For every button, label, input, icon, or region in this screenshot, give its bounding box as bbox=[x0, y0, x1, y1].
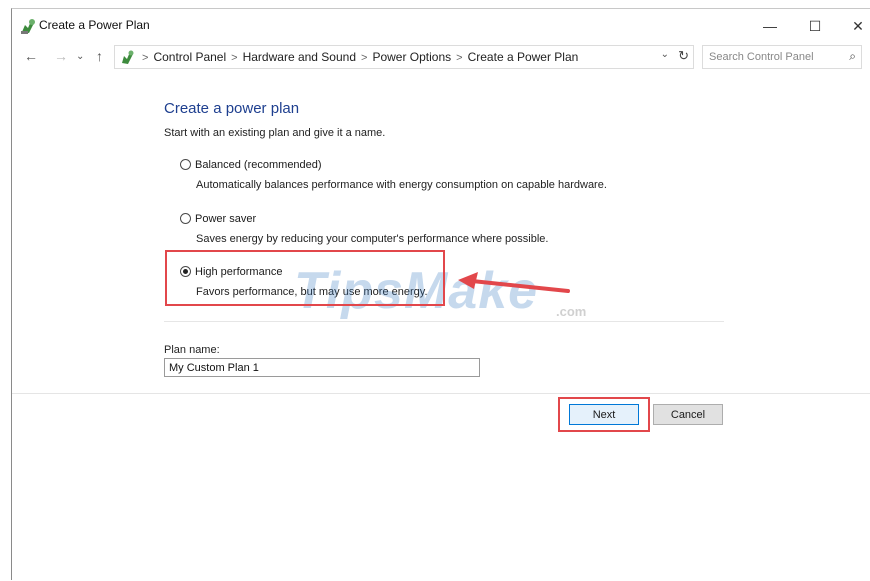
plan-name-label: Plan name: bbox=[164, 344, 220, 356]
control-panel-icon bbox=[119, 49, 135, 70]
section-divider bbox=[164, 321, 724, 322]
maximize-button[interactable]: ☐ bbox=[793, 13, 837, 39]
window: Create a Power Plan — ☐ ✕ ← → ⌄ ↑ > Contr… bbox=[11, 8, 870, 580]
breadcrumb-separator: > bbox=[361, 52, 368, 64]
refresh-icon[interactable]: ↻ bbox=[678, 48, 689, 64]
radio-balanced[interactable] bbox=[180, 159, 191, 171]
close-button[interactable]: ✕ bbox=[836, 13, 870, 39]
forward-arrow-icon[interactable]: → bbox=[54, 48, 68, 64]
breadcrumb-hardware-and-sound[interactable]: Hardware and Sound bbox=[243, 50, 356, 64]
breadcrumb-power-options[interactable]: Power Options bbox=[372, 50, 451, 64]
page-subtext: Start with an existing plan and give it … bbox=[164, 127, 386, 139]
back-arrow-icon[interactable]: ← bbox=[24, 48, 38, 64]
minimize-button[interactable]: — bbox=[748, 13, 792, 39]
option-power-saver-description: Saves energy by reducing your computer's… bbox=[196, 233, 549, 245]
power-options-icon bbox=[19, 17, 37, 35]
address-dropdown-chevron-icon[interactable]: ⌄ bbox=[661, 49, 669, 60]
breadcrumb: > Control Panel > Hardware and Sound > Power … bbox=[137, 50, 578, 64]
breadcrumb-control-panel[interactable]: Control Panel bbox=[153, 50, 226, 64]
breadcrumb-separator: > bbox=[142, 52, 149, 64]
option-balanced-description: Automatically balances performance with … bbox=[196, 179, 607, 191]
window-title: Create a Power Plan bbox=[39, 18, 150, 32]
next-button[interactable]: Next bbox=[569, 404, 639, 425]
breadcrumb-separator: > bbox=[231, 52, 238, 64]
page-title: Create a power plan bbox=[164, 100, 300, 117]
recent-chevron-down-icon[interactable]: ⌄ bbox=[76, 51, 84, 62]
high-performance-highlight-box bbox=[165, 250, 445, 306]
option-power-saver[interactable]: Power saver Saves energy by reducing you… bbox=[180, 210, 548, 245]
search-icon[interactable]: ⌕ bbox=[849, 49, 856, 64]
option-balanced-label: Balanced (recommended) bbox=[195, 158, 322, 171]
option-power-saver-label: Power saver bbox=[195, 212, 257, 225]
title-bar: Create a Power Plan — ☐ ✕ bbox=[12, 9, 870, 43]
address-bar[interactable]: > Control Panel > Hardware and Sound > Power … bbox=[114, 45, 694, 69]
red-arrow-icon bbox=[458, 272, 570, 293]
plan-name-field[interactable] bbox=[164, 358, 480, 377]
cancel-button[interactable]: Cancel bbox=[653, 404, 723, 425]
address-row: ← → ⌄ ↑ > Control Panel > Hardware and Soun… bbox=[12, 43, 870, 73]
option-balanced[interactable]: Balanced (recommended) Automatically bal… bbox=[180, 156, 607, 191]
footer-divider bbox=[12, 393, 870, 394]
main-content: Create a power plan Start with an existi… bbox=[12, 73, 870, 581]
radio-power-saver[interactable] bbox=[180, 213, 191, 225]
breadcrumb-separator: > bbox=[456, 52, 463, 64]
up-arrow-icon[interactable]: ↑ bbox=[96, 48, 103, 64]
search-input[interactable]: Search Control Panel ⌕ bbox=[702, 45, 862, 69]
breadcrumb-create-power-plan[interactable]: Create a Power Plan bbox=[468, 50, 579, 64]
search-placeholder: Search Control Panel bbox=[709, 51, 814, 63]
watermark-suffix: .com bbox=[556, 304, 587, 319]
